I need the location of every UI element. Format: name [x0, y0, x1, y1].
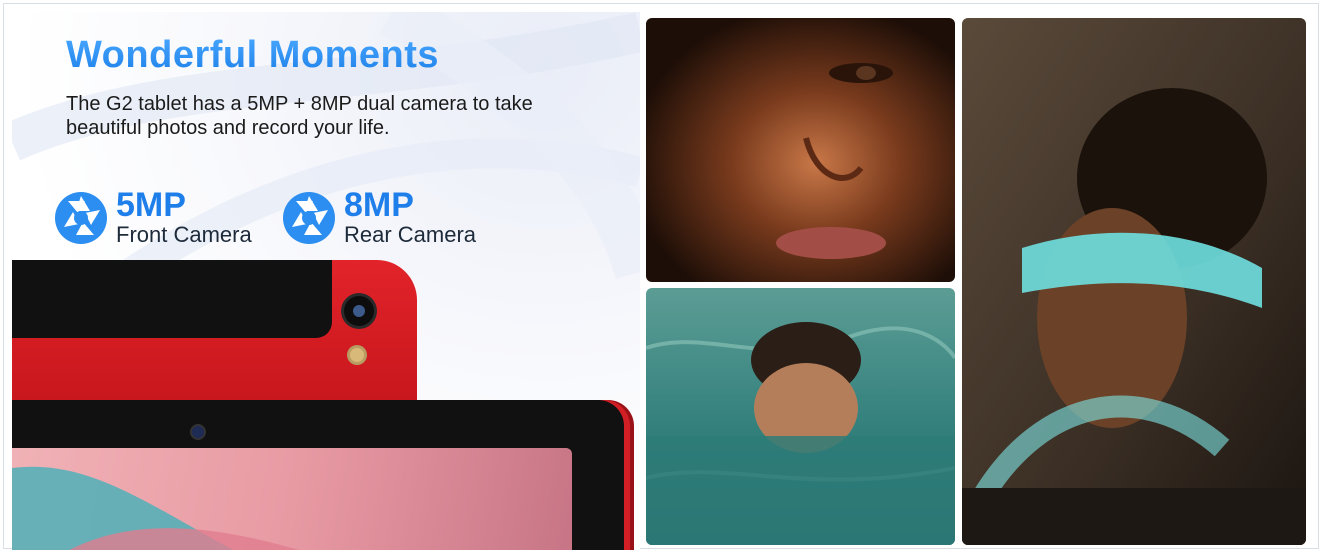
front-camera-spec: 5MP Front Camera	[54, 188, 252, 248]
feature-description: The G2 tablet has a 5MP + 8MP dual camer…	[66, 93, 533, 139]
rear-camera-lens	[344, 296, 374, 326]
rear-camera-megapixels: 8MP	[344, 186, 414, 224]
front-camera-megapixels: 5MP	[116, 186, 186, 224]
front-camera-lens	[192, 426, 204, 438]
camera-flash	[350, 348, 364, 362]
rear-camera-label: Rear Camera	[344, 222, 477, 247]
photo-woman-blindfold	[962, 18, 1306, 545]
camera-aperture-icon	[55, 192, 107, 244]
front-camera-label: Front Camera	[116, 222, 252, 247]
rear-camera-spec: 8MP Rear Camera	[282, 188, 476, 248]
page-title: Wonderful Moments	[66, 34, 440, 76]
photo-woman-face-closeup	[646, 18, 955, 282]
tablet-front-image	[12, 400, 624, 550]
camera-feature-panel: Wonderful Moments The G2 tablet has a 5M…	[12, 12, 640, 550]
tablet-screen	[12, 448, 572, 550]
photo-man-swimming	[646, 288, 955, 545]
camera-aperture-icon	[283, 192, 335, 244]
tablet-back-bar	[12, 260, 332, 338]
tablet-back-image	[12, 260, 417, 410]
